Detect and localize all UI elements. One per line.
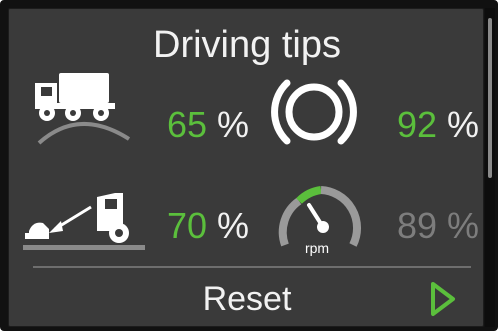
- brake-icon: [271, 79, 357, 145]
- tip-value-coasting: 70 %: [167, 205, 250, 246]
- page-title: Driving tips: [153, 24, 341, 66]
- tip-value-brake: 92 %: [397, 104, 480, 145]
- coasting-truck-icon: [23, 193, 145, 250]
- play-arrow-icon[interactable]: [429, 281, 457, 317]
- divider: [33, 266, 471, 268]
- display-frame: Driving tips 65 % 92 % 70 % rpm 89 % Res…: [0, 0, 498, 331]
- tip-value-hill: 65 %: [167, 104, 250, 145]
- rpm-gauge-icon: rpm: [278, 186, 361, 256]
- gauge-label: rpm: [305, 240, 329, 256]
- truck-on-hill-icon: [35, 73, 131, 145]
- reset-button[interactable]: Reset: [9, 279, 485, 319]
- scrollbar-thumb[interactable]: [488, 18, 492, 178]
- scrollbar[interactable]: [485, 8, 495, 327]
- driving-tips-screen: Driving tips 65 % 92 % 70 % rpm 89 % Res…: [8, 8, 484, 327]
- tip-value-rpm: 89 %: [397, 205, 480, 246]
